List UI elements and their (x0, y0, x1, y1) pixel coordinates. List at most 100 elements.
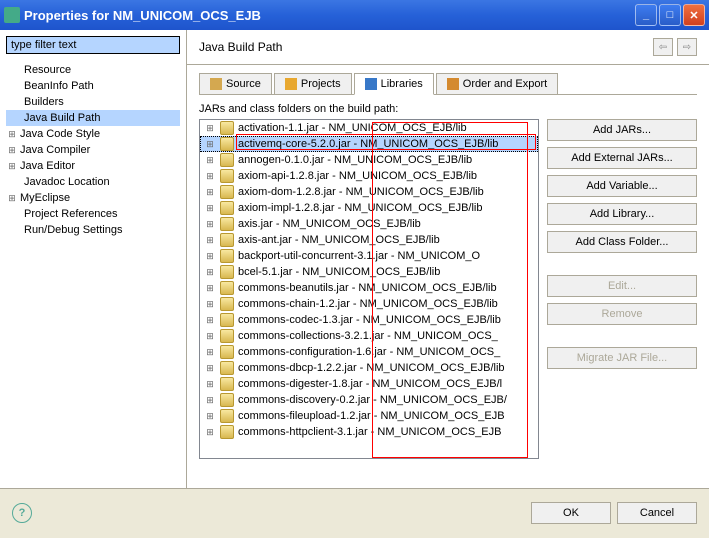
help-icon[interactable]: ? (12, 503, 32, 523)
list-item[interactable]: ⊞commons-digester-1.8.jar - NM_UNICOM_OC… (200, 376, 538, 392)
list-item[interactable]: ⊞ commons-discovery-0.2.jar - NM_UNICOM_O… (200, 392, 538, 408)
expand-icon[interactable]: ⊞ (204, 203, 216, 214)
jar-label: bcel-5.1.jar - NM_UNICOM_OCS_EJB/lib (238, 266, 440, 278)
expand-icon[interactable]: ⊞ (204, 363, 216, 374)
expand-icon[interactable]: ⊞ (204, 171, 216, 182)
list-item[interactable]: ⊞ bcel-5.1.jar - NM_UNICOM_OCS_EJB/lib (200, 264, 538, 280)
jar-icon (220, 409, 234, 423)
list-item[interactable]: ⊞commons-httpclient-3.1.jar - NM_UNICOM_… (200, 424, 538, 440)
expand-icon[interactable]: ⊞ (204, 283, 216, 294)
tree-item[interactable]: BeanInfo Path (6, 78, 180, 94)
tree-item[interactable]: Project References (6, 206, 180, 222)
close-button[interactable]: ✕ (683, 4, 705, 26)
list-item[interactable]: ⊞commons-fileupload-1.2.jar - NM_UNICOM_… (200, 408, 538, 424)
order-icon (447, 78, 459, 90)
add-external-jars-button[interactable]: Add External JARs... (547, 147, 697, 169)
expand-icon[interactable]: ⊞ (204, 123, 216, 134)
expand-icon[interactable]: ⊞ (204, 315, 216, 326)
filter-input[interactable] (6, 36, 180, 54)
list-item[interactable]: ⊞ axis.jar - NM_UNICOM_OCS_EJB/lib (200, 216, 538, 232)
migrate-jar-button[interactable]: Migrate JAR File... (547, 347, 697, 369)
list-item[interactable]: ⊞commons-beanutils.jar - NM_UNICOM_OCS_E… (200, 280, 538, 296)
add-class-folder-button[interactable]: Add Class Folder... (547, 231, 697, 253)
jar-label: activation-1.1.jar - NM_UNICOM_OCS_EJB/l… (238, 122, 467, 134)
jar-label: commons-discovery-0.2.jar - NM_UNICOM_OC… (238, 394, 507, 406)
tree-item-label: Project References (24, 208, 118, 220)
expand-icon[interactable]: ⊞ (204, 331, 216, 342)
list-item[interactable]: ⊞ activemq-core-5.2.0.jar - NM_UNICOM_OCS… (200, 136, 538, 152)
tab-libraries[interactable]: Libraries (354, 73, 434, 95)
edit-button[interactable]: Edit... (547, 275, 697, 297)
expand-icon[interactable]: ⊞ (204, 411, 216, 422)
expand-icon[interactable]: ⊞ (204, 395, 216, 406)
list-item[interactable]: ⊞ commons-configuration-1.6.jar - NM_UNIC… (200, 344, 538, 360)
jar-label: commons-configuration-1.6.jar - NM_UNICO… (238, 346, 500, 358)
minimize-button[interactable]: _ (635, 4, 657, 26)
jar-icon (220, 201, 234, 215)
page-title: Java Build Path (199, 40, 653, 54)
expand-icon[interactable]: ⊞ (204, 139, 216, 150)
jar-icon (220, 425, 234, 439)
expand-icon[interactable]: ⊞ (204, 235, 216, 246)
expand-icon[interactable]: ⊞ (204, 347, 216, 358)
tab-order[interactable]: Order and Export (436, 73, 558, 94)
tab-source[interactable]: Source (199, 73, 272, 94)
expand-icon[interactable]: ⊞ (204, 299, 216, 310)
tree-item-label: Java Editor (20, 160, 75, 172)
tabs: Source Projects Libraries Order and Expo… (199, 73, 697, 95)
jar-icon (220, 217, 234, 231)
expand-icon[interactable]: ⊞ (204, 155, 216, 166)
list-item[interactable]: ⊞annogen-0.1.0.jar - NM_UNICOM_OCS_EJB/l… (200, 152, 538, 168)
jar-label: activemq-core-5.2.0.jar - NM_UNICOM_OCS_… (238, 138, 498, 150)
expand-icon[interactable]: ⊞ (204, 379, 216, 390)
list-item[interactable]: ⊞axiom-dom-1.2.8.jar - NM_UNICOM_OCS_EJB… (200, 184, 538, 200)
list-item[interactable]: ⊞commons-collections-3.2.1.jar - NM_UNIC… (200, 328, 538, 344)
jar-icon (220, 249, 234, 263)
list-item[interactable]: ⊞axiom-impl-1.2.8.jar - NM_UNICOM_OCS_EJ… (200, 200, 538, 216)
expand-icon[interactable]: ⊞ (6, 145, 18, 156)
jar-icon (220, 313, 234, 327)
jar-icon (220, 265, 234, 279)
tree-item[interactable]: Builders (6, 94, 180, 110)
expand-icon[interactable]: ⊞ (204, 427, 216, 438)
expand-icon[interactable]: ⊞ (6, 129, 18, 140)
tab-projects[interactable]: Projects (274, 73, 352, 94)
expand-icon[interactable]: ⊞ (204, 251, 216, 262)
expand-icon[interactable]: ⊞ (204, 267, 216, 278)
list-item[interactable]: ⊞ activation-1.1.jar - NM_UNICOM_OCS_EJB/… (200, 120, 538, 136)
list-item[interactable]: ⊞backport-util-concurrent-3.1.jar - NM_U… (200, 248, 538, 264)
expand-icon[interactable]: ⊞ (6, 161, 18, 172)
tree-item-label: Builders (24, 96, 64, 108)
tree-item[interactable]: Javadoc Location (6, 174, 180, 190)
tree-item[interactable]: ⊞Java Compiler (6, 142, 180, 158)
jar-icon (220, 281, 234, 295)
list-item[interactable]: ⊞commons-chain-1.2.jar - NM_UNICOM_OCS_E… (200, 296, 538, 312)
list-item[interactable]: ⊞commons-codec-1.3.jar - NM_UNICOM_OCS_E… (200, 312, 538, 328)
tree-item[interactable]: ⊞Java Code Style (6, 126, 180, 142)
maximize-button[interactable]: □ (659, 4, 681, 26)
forward-button[interactable]: ⇨ (677, 38, 697, 56)
back-button[interactable]: ⇦ (653, 38, 673, 56)
remove-button[interactable]: Remove (547, 303, 697, 325)
tree-item[interactable]: Java Build Path (6, 110, 180, 126)
jar-label: axis.jar - NM_UNICOM_OCS_EJB/lib (238, 218, 421, 230)
expand-icon[interactable]: ⊞ (204, 219, 216, 230)
expand-icon[interactable]: ⊞ (6, 193, 18, 204)
add-variable-button[interactable]: Add Variable... (547, 175, 697, 197)
ok-button[interactable]: OK (531, 502, 611, 524)
list-item[interactable]: ⊞axis-ant.jar - NM_UNICOM_OCS_EJB/lib (200, 232, 538, 248)
expand-icon[interactable]: ⊞ (204, 187, 216, 198)
jar-label: commons-dbcp-1.2.2.jar - NM_UNICOM_OCS_E… (238, 362, 505, 374)
jar-list[interactable]: ⊞ activation-1.1.jar - NM_UNICOM_OCS_EJB/… (199, 119, 539, 459)
tree-item[interactable]: Run/Debug Settings (6, 222, 180, 238)
projects-icon (285, 78, 297, 90)
list-item[interactable]: ⊞ commons-dbcp-1.2.2.jar - NM_UNICOM_OCS_… (200, 360, 538, 376)
tree-item[interactable]: Resource (6, 62, 180, 78)
list-item[interactable]: ⊞axiom-api-1.2.8.jar - NM_UNICOM_OCS_EJB… (200, 168, 538, 184)
add-jars-button[interactable]: Add JARs... (547, 119, 697, 141)
cancel-button[interactable]: Cancel (617, 502, 697, 524)
tree-item-label: Java Code Style (20, 128, 100, 140)
tree-item[interactable]: ⊞Java Editor (6, 158, 180, 174)
add-library-button[interactable]: Add Library... (547, 203, 697, 225)
tree-item[interactable]: ⊞MyEclipse (6, 190, 180, 206)
